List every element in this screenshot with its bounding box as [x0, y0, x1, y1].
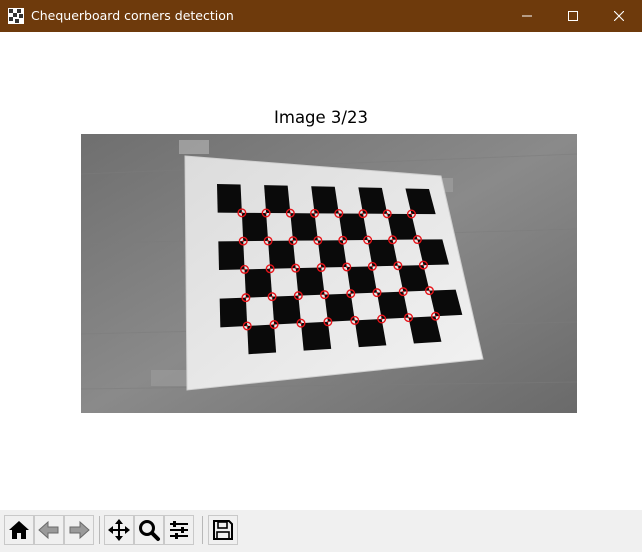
corner-marker-center: [362, 212, 364, 215]
corner-marker-center: [416, 238, 419, 241]
corner-marker-center: [271, 295, 274, 298]
corner-marker-center: [244, 296, 247, 299]
close-button[interactable]: [596, 0, 642, 32]
board-square: [219, 297, 248, 328]
figure-canvas[interactable]: Image 3/23: [0, 32, 642, 510]
corner-marker-center: [316, 239, 319, 242]
corner-marker-center: [349, 292, 352, 295]
corner-marker-center: [376, 291, 378, 294]
maximize-icon: [568, 11, 578, 21]
corner-marker-center: [402, 290, 405, 293]
magnifier-icon: [139, 520, 160, 541]
corner-marker-center: [341, 239, 344, 242]
move-icon: [108, 519, 130, 541]
corner-marker-center: [422, 264, 425, 267]
corner-marker-center: [273, 323, 276, 326]
corner-marker-center: [269, 267, 272, 270]
board-square: [244, 268, 273, 298]
toolbar-separator: [99, 516, 100, 544]
pan-button[interactable]: [104, 515, 134, 545]
board-square: [247, 324, 277, 355]
minimize-button[interactable]: [504, 0, 550, 32]
corner-marker-center: [265, 212, 268, 214]
maximize-button[interactable]: [550, 0, 596, 32]
corner-marker-center: [371, 265, 374, 268]
corner-marker-center: [326, 320, 329, 323]
floppy-disk-icon: [213, 520, 233, 540]
navigation-toolbar: [0, 510, 642, 552]
corner-marker-center: [242, 240, 245, 243]
corner-marker-center: [386, 212, 389, 215]
corner-marker-center: [345, 266, 348, 268]
corner-marker-center: [396, 264, 399, 267]
configure-subplots-button[interactable]: [164, 515, 194, 545]
corner-marker-center: [366, 239, 369, 241]
save-button[interactable]: [208, 515, 238, 545]
corner-marker-center: [313, 212, 316, 215]
corner-marker-center: [434, 315, 437, 318]
corner-marker-center: [289, 212, 292, 215]
corner-marker-center: [380, 318, 383, 320]
board-square: [241, 212, 269, 242]
corner-marker-center: [297, 294, 300, 297]
checkerboard-image[interactable]: [81, 134, 577, 413]
corner-marker-center: [353, 319, 356, 322]
corner-marker-center: [323, 293, 326, 296]
board-square: [217, 184, 242, 213]
app-icon: [8, 8, 24, 24]
sliders-icon: [170, 521, 188, 539]
corner-marker-center: [246, 325, 249, 327]
forward-button[interactable]: [64, 515, 94, 545]
zoom-button[interactable]: [134, 515, 164, 545]
back-button[interactable]: [34, 515, 64, 545]
corner-marker-center: [300, 322, 302, 325]
home-icon: [9, 521, 29, 539]
toolbar-separator: [202, 516, 203, 544]
close-icon: [614, 11, 624, 21]
title-bar: Chequerboard corners detection: [0, 0, 642, 32]
corner-marker-center: [240, 211, 243, 214]
corner-marker-center: [428, 289, 431, 292]
home-button[interactable]: [4, 515, 34, 545]
forward-arrow-icon: [69, 520, 90, 540]
corner-marker-center: [407, 316, 410, 319]
corner-marker-center: [337, 212, 340, 215]
window-title: Chequerboard corners detection: [31, 8, 234, 23]
figure-title: Image 3/23: [274, 108, 368, 127]
board-square: [272, 295, 301, 325]
corner-marker-center: [320, 266, 323, 269]
minimize-icon: [522, 15, 532, 17]
corner-marker-center: [410, 213, 413, 215]
back-arrow-icon: [38, 520, 59, 540]
corner-marker-center: [391, 238, 394, 241]
corner-marker-center: [292, 239, 294, 242]
board-square: [218, 241, 245, 270]
corner-marker-center: [294, 267, 297, 270]
corner-marker-center: [243, 268, 246, 271]
corner-marker-center: [267, 239, 270, 242]
